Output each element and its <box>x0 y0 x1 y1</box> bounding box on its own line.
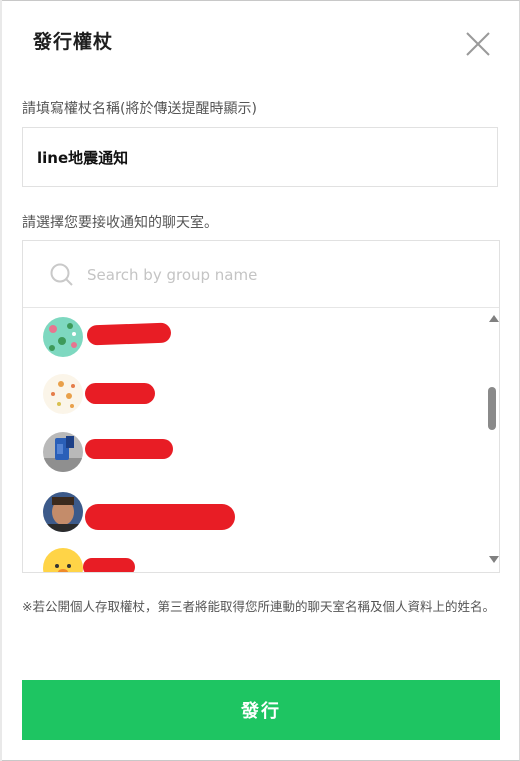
group-item[interactable] <box>23 366 483 424</box>
dialog-title: 發行權杖 <box>33 31 114 53</box>
yellow-character-avatar <box>43 548 83 572</box>
redacted-group-name <box>85 504 235 530</box>
close-icon[interactable] <box>464 30 492 58</box>
chatroom-list <box>22 240 500 573</box>
redacted-group-name <box>83 558 135 572</box>
cream-pattern-avatar <box>43 374 83 414</box>
search-icon <box>50 263 73 286</box>
window-edge <box>0 0 2 761</box>
scroll-up-icon[interactable] <box>489 315 499 322</box>
scrollbar-thumb[interactable] <box>488 387 496 430</box>
redacted-group-name <box>86 322 172 346</box>
group-item[interactable] <box>23 424 483 482</box>
person-portrait-avatar <box>43 492 83 532</box>
token-name-label: 請填寫權杖名稱(將於傳送提醒時顯示) <box>22 101 257 117</box>
chatroom-label: 請選擇您要接收通知的聊天室。 <box>22 215 218 231</box>
redacted-group-name <box>85 439 173 459</box>
green-pattern-avatar <box>43 317 83 357</box>
privacy-notice: ※若公開個人存取權杖，第三者將能取得您所連動的聊天室名稱及個人資料上的姓名。 <box>22 599 495 614</box>
list-scrollbar[interactable] <box>485 307 499 572</box>
search-row <box>23 241 499 308</box>
publish-button[interactable]: 發行 <box>22 680 500 740</box>
group-item[interactable] <box>23 482 483 540</box>
token-name-box <box>22 127 498 187</box>
group-item[interactable] <box>23 308 483 366</box>
search-input[interactable] <box>85 261 469 289</box>
redacted-group-name <box>85 383 155 404</box>
group-item[interactable] <box>23 540 483 572</box>
group-items <box>23 307 485 572</box>
blue-object-avatar <box>43 432 83 472</box>
token-name-input[interactable] <box>35 142 479 172</box>
scroll-down-icon[interactable] <box>489 556 499 563</box>
